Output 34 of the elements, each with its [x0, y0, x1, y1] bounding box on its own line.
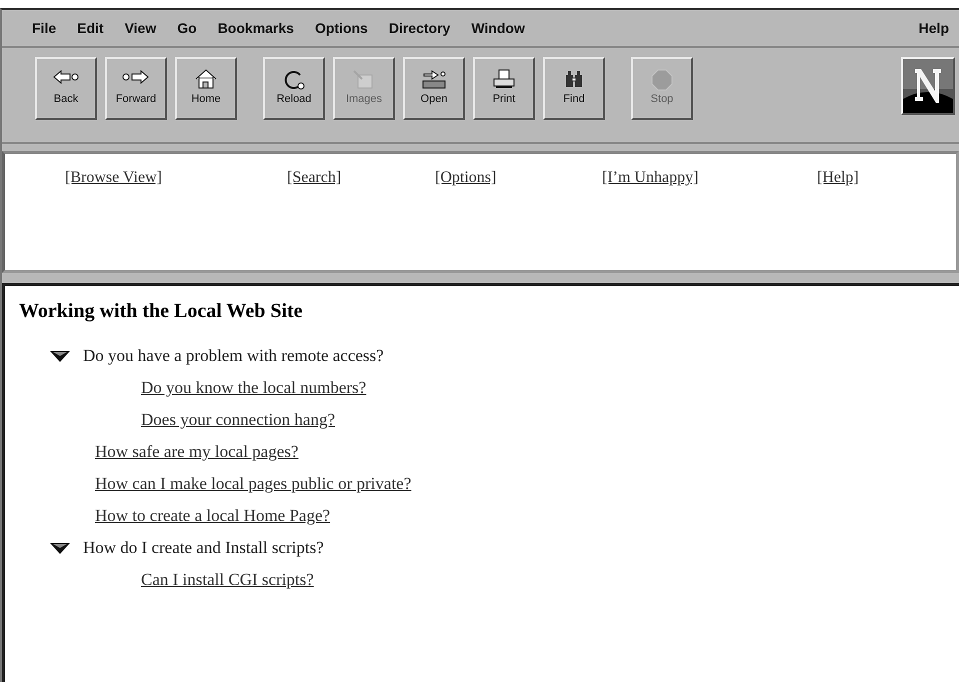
menu-item[interactable]: Options — [314, 18, 368, 38]
toolbar-button[interactable]: Back — [35, 57, 97, 120]
logo-icon — [903, 59, 953, 113]
menu-item[interactable]: Edit — [77, 18, 104, 38]
menu-item[interactable]: Go — [177, 18, 197, 38]
nav-link[interactable]: [I’m Unhappy] — [602, 169, 698, 186]
nav-link[interactable]: [Browse View] — [65, 169, 162, 186]
menu-item[interactable]: Window — [471, 18, 525, 38]
menu-item[interactable]: File — [32, 18, 56, 38]
nav-link[interactable]: [Help] — [817, 169, 859, 186]
outline-link[interactable]: How safe are my local pages? — [95, 439, 298, 465]
outline-heading: How do I create and Install scripts? — [83, 537, 324, 560]
menu-item[interactable]: Bookmarks — [218, 18, 294, 38]
outline-link[interactable]: Can I install CGI scripts? — [141, 567, 314, 593]
nav-link[interactable]: [Options] — [435, 169, 496, 186]
nav-link[interactable]: [Search] — [287, 169, 342, 186]
toolbar-button[interactable]: Print — [473, 57, 535, 120]
toolbar-button[interactable]: Forward — [105, 57, 167, 120]
toolbar-button[interactable]: Home — [175, 57, 237, 120]
outline-link[interactable]: How to create a local Home Page? — [95, 503, 330, 529]
outline-link[interactable]: How can I make local pages public or private? — [95, 471, 412, 497]
outline-link[interactable]: Do you know the local numbers? — [141, 375, 366, 401]
open-icon — [420, 69, 448, 92]
menu-item[interactable]: Directory — [388, 18, 450, 38]
page-heading: Working with the Local Web Site — [19, 299, 304, 324]
toolbar-button[interactable]: Open — [403, 57, 465, 120]
menu-item[interactable]: Help — [918, 18, 949, 38]
outline-heading: Do you have a problem with remote access? — [83, 345, 384, 368]
toolbar-button[interactable]: Find — [543, 57, 605, 120]
expanded-triangle-icon[interactable] — [49, 541, 71, 555]
expanded-triangle-icon[interactable] — [49, 349, 71, 363]
toolbar-button[interactable]: Reload — [263, 57, 325, 120]
menu-item[interactable]: View — [124, 18, 156, 38]
outline-link[interactable]: Does your connection hang? — [141, 407, 336, 433]
